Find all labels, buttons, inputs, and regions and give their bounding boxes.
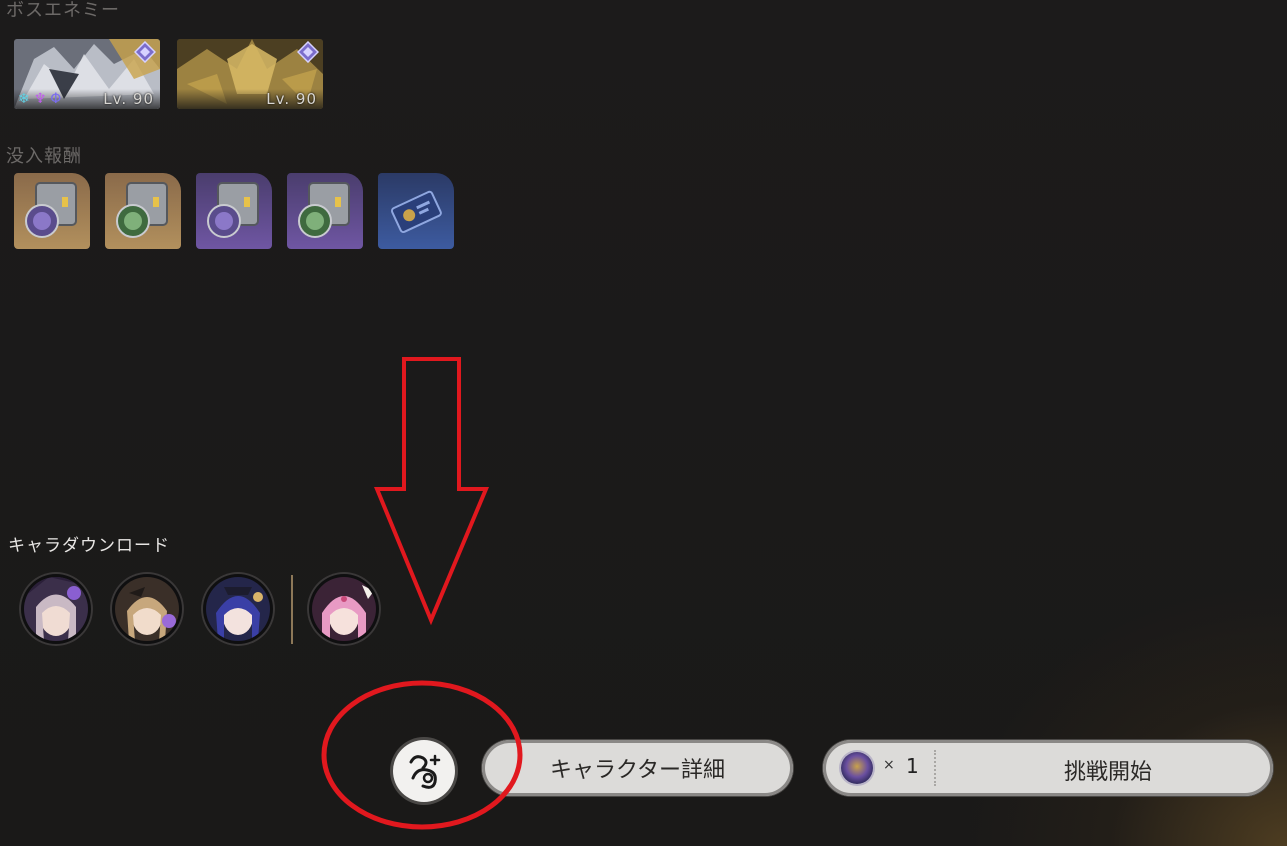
support-swirl-icon (409, 754, 441, 789)
imaginary-icon: ♆ (33, 91, 47, 107)
ice-icon: ❄ (18, 91, 30, 107)
start-challenge-button[interactable]: × 1 挑戦開始 (823, 740, 1273, 796)
cost-multiplier: × (883, 757, 895, 773)
character-avatar-icon (312, 577, 376, 641)
cost-count: 1 (906, 754, 919, 778)
relic-purple-icon (298, 182, 350, 238)
relic-gold-icon (116, 182, 168, 238)
reward-item-4[interactable] (287, 173, 363, 249)
quantum-icon: Φ (50, 91, 62, 107)
character-download-title: キャラダウンロード (8, 536, 170, 556)
immersion-reward-title: 没入報酬 (6, 146, 82, 167)
character-avatar-4[interactable] (307, 572, 381, 646)
boss-level: Lv. 90 (103, 90, 154, 108)
reward-item-2[interactable] (105, 173, 181, 249)
character-avatar-icon (24, 577, 88, 641)
character-details-label: キャラクター詳細 (549, 758, 726, 783)
background (0, 0, 1287, 846)
support-character-button[interactable] (393, 740, 455, 802)
character-avatar-icon (206, 577, 270, 641)
boss-card-2[interactable]: Lv. 90 (177, 39, 323, 109)
character-details-button[interactable]: キャラクター詳細 (482, 740, 793, 796)
reward-item-5[interactable] (378, 173, 454, 249)
challenge-ticket-icon (841, 752, 873, 784)
character-avatar-3[interactable] (201, 572, 275, 646)
reward-item-3[interactable] (196, 173, 272, 249)
relic-gold-icon (25, 182, 77, 238)
character-avatar-1[interactable] (19, 572, 93, 646)
boss-badge-icon (297, 41, 319, 63)
reward-item-1[interactable] (14, 173, 90, 249)
ticket-blue-icon (390, 190, 442, 233)
character-divider (291, 575, 293, 644)
character-avatar-2[interactable] (110, 572, 184, 646)
button-separator (934, 750, 936, 786)
boss-badge-icon (134, 41, 156, 63)
boss-card-1[interactable]: ❄ ♆ Φ Lv. 90 (14, 39, 160, 109)
boss-weakness-list: ❄ ♆ Φ (18, 91, 61, 107)
relic-purple-icon (207, 182, 259, 238)
boss-level: Lv. 90 (266, 90, 317, 108)
start-challenge-label: 挑戦開始 (1063, 760, 1152, 785)
character-avatar-icon (115, 577, 179, 641)
boss-enemy-title: ボスエネミー (6, 0, 120, 21)
